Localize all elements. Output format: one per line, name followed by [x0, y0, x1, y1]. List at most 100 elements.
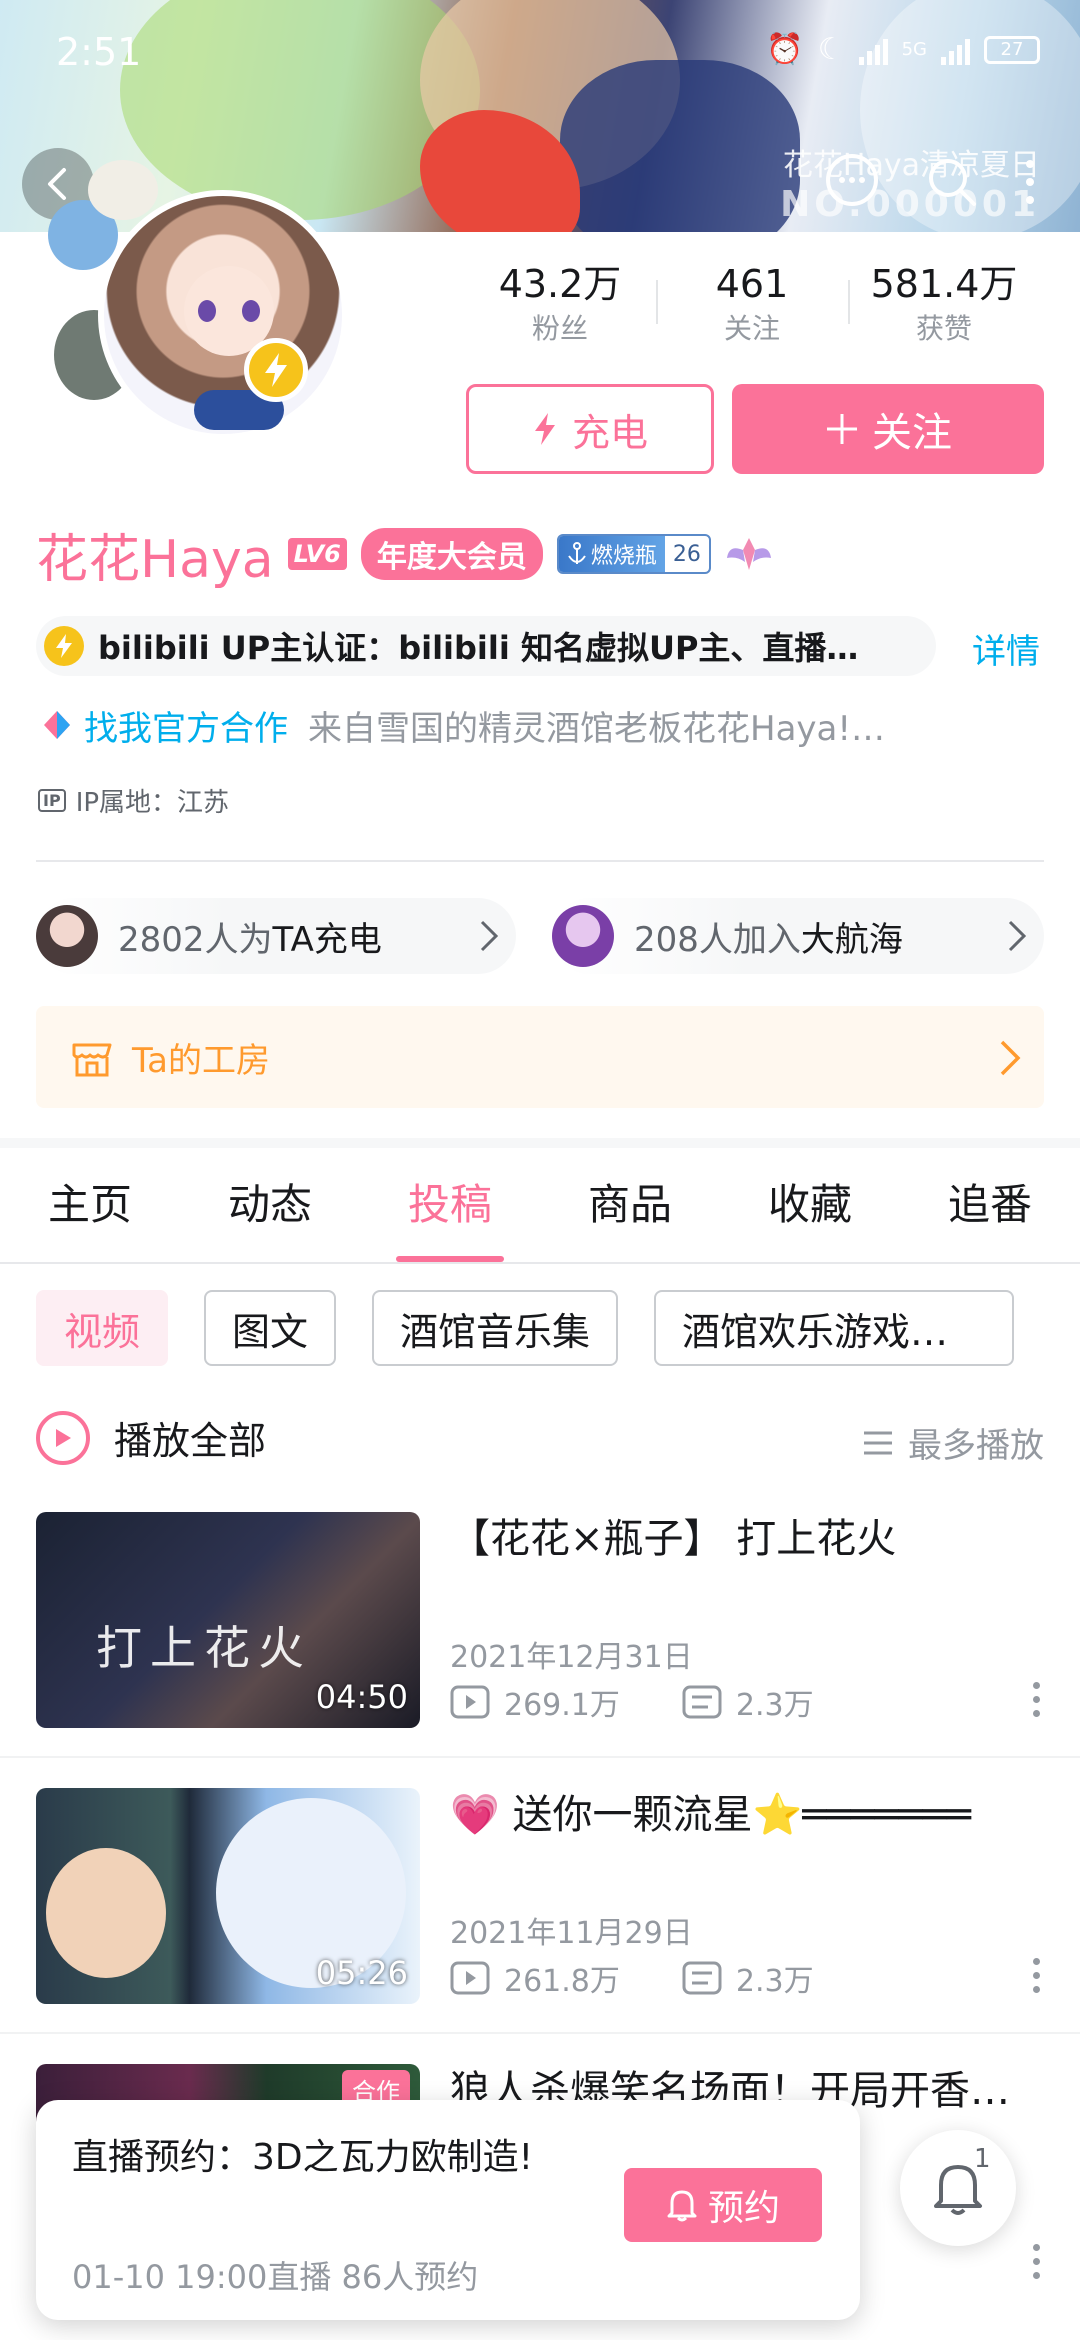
certification-bar: bilibili UP主认证：bilibili 知名虚拟UP主、直播… [36, 616, 936, 676]
medal-name: 燃烧瓶 [590, 544, 657, 569]
certification-detail-link[interactable]: 详情 [972, 624, 1040, 673]
alarm-icon: ⏰ [766, 32, 804, 67]
certification-text: bilibili UP主认证：bilibili 知名虚拟UP主、直播… [98, 629, 859, 667]
filter-video[interactable]: 视频 [36, 1290, 169, 1366]
upload-filters: 视频 图文 酒馆音乐集 酒馆欢乐游戏… [36, 1290, 1015, 1366]
stat-value: 461 [715, 262, 789, 306]
danmaku-icon [682, 1961, 722, 1995]
avatar-eye [242, 300, 260, 322]
tab-favorites[interactable]: 收藏 [720, 1150, 900, 1262]
lightning-icon [534, 413, 555, 445]
fan-medal-name: 燃烧瓶 [558, 536, 665, 572]
more-options-icon[interactable] [1033, 2244, 1040, 2279]
stat-label: 关注 [723, 312, 780, 345]
vip-badge[interactable]: 年度大会员 [360, 528, 543, 580]
video-item[interactable]: 打上花火 04:50 【花花×瓶子】 打上花火 2021年12月31日 269.… [36, 1512, 1044, 1728]
username: 花花Haya [36, 529, 274, 590]
filter-article[interactable]: 图文 [204, 1290, 337, 1366]
chevron-right-icon [480, 920, 499, 952]
chevron-right-icon [1000, 1040, 1021, 1076]
top-actions [820, 150, 1040, 214]
sort-selector[interactable]: 最多播放 [862, 1418, 1044, 1467]
tab-goods[interactable]: 商品 [540, 1150, 720, 1262]
plus-icon [827, 414, 857, 444]
live-reservation-card[interactable]: 直播预约：3D之瓦力欧制造! 01-10 19:00直播 86人预约 预约 [36, 2100, 860, 2320]
stat-fans[interactable]: 43.2万 粉丝 [464, 260, 656, 350]
guard-count: 208人加入大航海 [634, 912, 903, 961]
charge-button[interactable]: 充电 [466, 384, 714, 474]
charge-count-suffix: TA充电 [272, 919, 382, 960]
reservation-subtitle: 01-10 19:00直播 86人预约 [72, 2258, 479, 2296]
stat-value: 581.4万 [870, 262, 1018, 306]
status-bar: 2:51 ⏰ ☾ 5G 27 [56, 22, 1040, 82]
profile-tabs: 主页 动态 投稿 商品 收藏 追番 [0, 1150, 1080, 1264]
level-badge[interactable]: LV6 [287, 538, 347, 570]
play-count-icon [450, 1961, 490, 1995]
video-item[interactable]: 05:26 💗 送你一颗流星⭐═══════ 2021年11月29日 261.8… [36, 1788, 1044, 2004]
workshop-entry[interactable]: Ta的工房 [36, 1006, 1044, 1108]
ip-location-text: IP属地：江苏 [75, 788, 230, 818]
tab-bangumi[interactable]: 追番 [900, 1150, 1080, 1262]
play-all-button[interactable]: 播放全部 [36, 1410, 266, 1465]
medal-level: 26 [664, 541, 709, 567]
tab-uploads[interactable]: 投稿 [360, 1150, 540, 1262]
ip-icon: IP [38, 789, 66, 812]
video-title: 【花花×瓶子】 打上花火 [450, 1516, 897, 1562]
chevron-right-icon [1008, 920, 1027, 952]
moon-icon: ☾ [817, 32, 845, 67]
danmaku-icon [682, 1685, 722, 1719]
status-icons: ⏰ ☾ 5G 27 [766, 32, 1040, 67]
more-vertical-icon[interactable] [1020, 154, 1040, 210]
charge-count: 2802人为TA充电 [118, 912, 382, 961]
tab-home[interactable]: 主页 [0, 1150, 180, 1262]
avatar-area[interactable] [48, 160, 368, 450]
follow-label: 关注 [872, 410, 952, 456]
guard-count-suffix: 大航海 [800, 919, 903, 960]
guard-members[interactable]: 208人加入大航海 [552, 898, 1044, 974]
video-stats: 269.1万 2.3万 [450, 1680, 814, 1724]
video-date: 2021年11月29日 [450, 1916, 693, 1951]
lightning-badge-icon [244, 338, 308, 402]
video-thumbnail[interactable]: 打上花火 04:50 [36, 1512, 420, 1728]
video-duration: 04:50 [315, 1678, 408, 1716]
stat-value: 43.2万 [498, 262, 622, 306]
fan-medal[interactable]: 燃烧瓶 26 [556, 534, 711, 574]
avatar-eye [198, 300, 216, 322]
guard-wing-icon[interactable] [725, 532, 773, 576]
reservation-title: 直播预约：3D之瓦力欧制造! [72, 2137, 534, 2178]
bell-icon [667, 2190, 697, 2222]
sort-label: 最多播放 [908, 1426, 1044, 1466]
filter-collection-games[interactable]: 酒馆欢乐游戏… [654, 1290, 1015, 1366]
divider [0, 2032, 1080, 2034]
message-icon[interactable] [820, 150, 884, 214]
signal-icon [858, 35, 888, 65]
more-options-icon[interactable] [1033, 1958, 1040, 1993]
stat-likes[interactable]: 581.4万 获赞 [848, 260, 1040, 350]
charge-supporters[interactable]: 2802人为TA充电 [36, 898, 516, 974]
video-date: 2021年12月31日 [450, 1640, 693, 1675]
video-thumbnail[interactable]: 05:26 [36, 1788, 420, 2004]
guard-count-prefix: 208人加入 [634, 919, 801, 960]
play-count: 269.1万 [504, 1688, 620, 1723]
reserve-button[interactable]: 预约 [624, 2168, 822, 2242]
thumbnail-art: 打上花火 [96, 1621, 312, 1675]
filter-collection-music[interactable]: 酒馆音乐集 [372, 1290, 619, 1366]
follow-button[interactable]: 关注 [732, 384, 1044, 474]
notification-button[interactable]: 1 [900, 2130, 1016, 2246]
anchor-icon [568, 542, 586, 564]
shop-icon [72, 1043, 112, 1077]
section-gap [0, 1138, 1080, 1148]
battery-level: 27 [1000, 38, 1024, 60]
user-sign: 来自雪国的精灵酒馆老板花花Haya!… [308, 708, 885, 749]
search-icon[interactable] [924, 154, 980, 210]
ip-location: IP IP属地：江苏 [38, 782, 229, 819]
video-stats: 261.8万 2.3万 [450, 1956, 814, 2000]
divider [0, 1756, 1080, 1758]
play-all-label: 播放全部 [114, 1419, 267, 1463]
tab-dynamic[interactable]: 动态 [180, 1150, 360, 1262]
battery-icon: 27 [984, 35, 1040, 64]
stat-following[interactable]: 461 关注 [656, 260, 848, 350]
more-options-icon[interactable] [1033, 1682, 1040, 1717]
stat-label: 获赞 [915, 312, 972, 345]
official-cooperation-link[interactable]: 找我官方合作 [84, 701, 288, 750]
